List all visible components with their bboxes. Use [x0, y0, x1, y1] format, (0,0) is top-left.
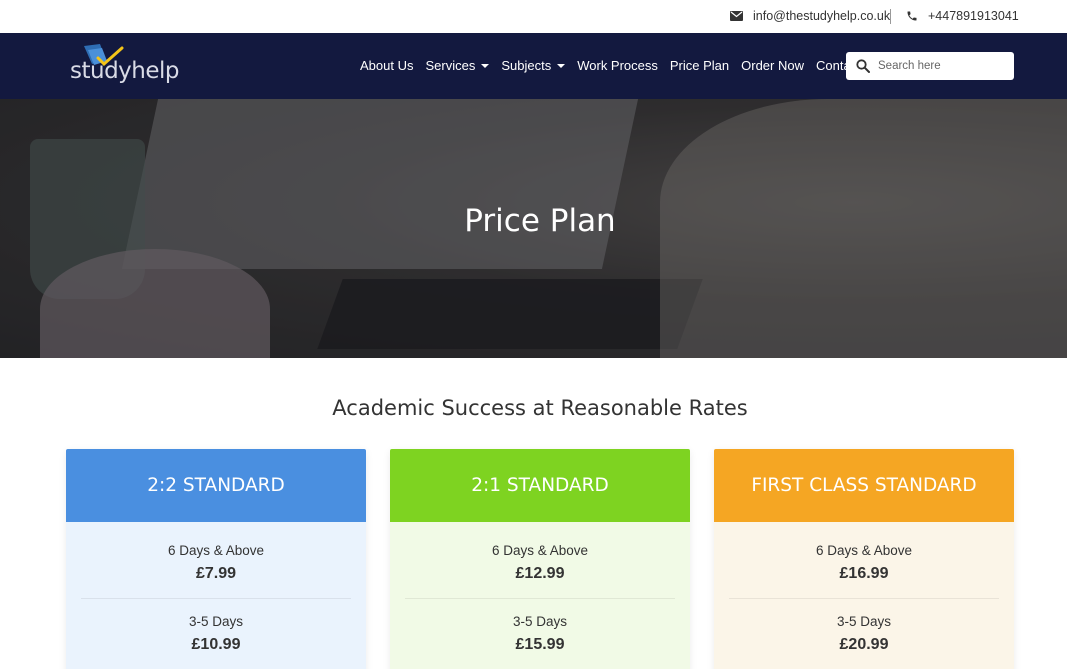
phone-contact[interactable]: +447891913041: [906, 9, 1019, 23]
plan-header: 2:1 STANDARD: [390, 449, 690, 522]
nav-work-process[interactable]: Work Process: [577, 58, 658, 73]
phone-text[interactable]: +447891913041: [928, 9, 1019, 23]
tier-days: 3-5 Days: [836, 614, 892, 629]
plan-tier: 3-5 Days £15.99: [390, 599, 690, 654]
plan-body: 6 Days & Above £12.99 3-5 Days £15.99: [390, 522, 690, 669]
nav-order-now[interactable]: Order Now: [741, 58, 804, 73]
nav-about-us-label: About Us: [360, 58, 414, 73]
plan-tier: 3-5 Days £20.99: [714, 599, 1014, 654]
chevron-down-icon: [557, 63, 566, 68]
search-box: [846, 52, 1014, 80]
plan-tier: 3-5 Days £10.99: [66, 599, 366, 654]
nav-price-plan[interactable]: Price Plan: [670, 58, 729, 73]
nav-price-plan-label: Price Plan: [669, 58, 730, 73]
plan-header: FIRST CLASS STANDARD: [714, 449, 1014, 522]
plan-body: 6 Days & Above £7.99 3-5 Days £10.99: [66, 522, 366, 669]
plan-tier: 6 Days & Above £12.99: [390, 522, 690, 583]
plan-card-first-class: FIRST CLASS STANDARD 6 Days & Above £16.…: [714, 449, 1014, 669]
plan-name: 2:2 STANDARD: [147, 475, 285, 496]
tier-days: 6 Days & Above: [491, 543, 589, 558]
tier-days: 3-5 Days: [188, 614, 244, 629]
email-text[interactable]: info@thestudyhelp.co.uk: [753, 9, 890, 23]
plan-tier: 6 Days & Above £16.99: [714, 522, 1014, 583]
phone-icon: [907, 11, 917, 21]
chevron-down-icon: [481, 63, 490, 68]
tier-days: 3-5 Days: [512, 614, 568, 629]
plan-name: 2:1 STANDARD: [471, 475, 609, 496]
primary-nav: About Us Services Subjects Work Process …: [360, 58, 873, 73]
plan-card-21-standard: 2:1 STANDARD 6 Days & Above £12.99 3-5 D…: [390, 449, 690, 669]
tier-price: £12.99: [515, 565, 565, 582]
hero-banner: Price Plan: [0, 99, 1067, 358]
nav-subjects[interactable]: Subjects: [501, 58, 566, 73]
search-icon[interactable]: [856, 59, 870, 73]
plan-card-22-standard: 2:2 STANDARD 6 Days & Above £7.99 3-5 Da…: [66, 449, 366, 669]
plan-header: 2:2 STANDARD: [66, 449, 366, 522]
nav-services-label: Services: [425, 58, 476, 73]
tier-days: 6 Days & Above: [815, 543, 913, 558]
nav-work-process-label: Work Process: [577, 58, 658, 73]
tier-price: £15.99: [515, 636, 565, 653]
contact-divider: [890, 9, 891, 24]
plan-name: FIRST CLASS STANDARD: [751, 475, 977, 496]
hero-title: Price Plan: [464, 203, 616, 239]
nav-about-us[interactable]: About Us: [360, 58, 413, 73]
tier-price: £20.99: [839, 636, 889, 653]
plan-tier: 6 Days & Above £7.99: [66, 522, 366, 583]
tier-days: 6 Days & Above: [167, 543, 265, 558]
tier-price: £16.99: [839, 565, 889, 582]
envelope-icon: [730, 11, 743, 21]
tier-price: £7.99: [195, 565, 237, 582]
site-logo[interactable]: studyhelp: [70, 42, 180, 90]
nav-services[interactable]: Services: [425, 58, 490, 73]
tier-price: £10.99: [191, 636, 241, 653]
section-title: Academic Success at Reasonable Rates: [332, 396, 748, 420]
logo-text: studyhelp: [70, 58, 180, 84]
email-contact[interactable]: info@thestudyhelp.co.uk: [730, 9, 890, 23]
search-input[interactable]: [878, 60, 998, 72]
top-contact-bar: info@thestudyhelp.co.uk +447891913041: [0, 0, 1067, 34]
nav-subjects-label: Subjects: [501, 58, 552, 73]
nav-order-now-label: Order Now: [741, 58, 804, 73]
plan-body: 6 Days & Above £16.99 3-5 Days £20.99: [714, 522, 1014, 669]
